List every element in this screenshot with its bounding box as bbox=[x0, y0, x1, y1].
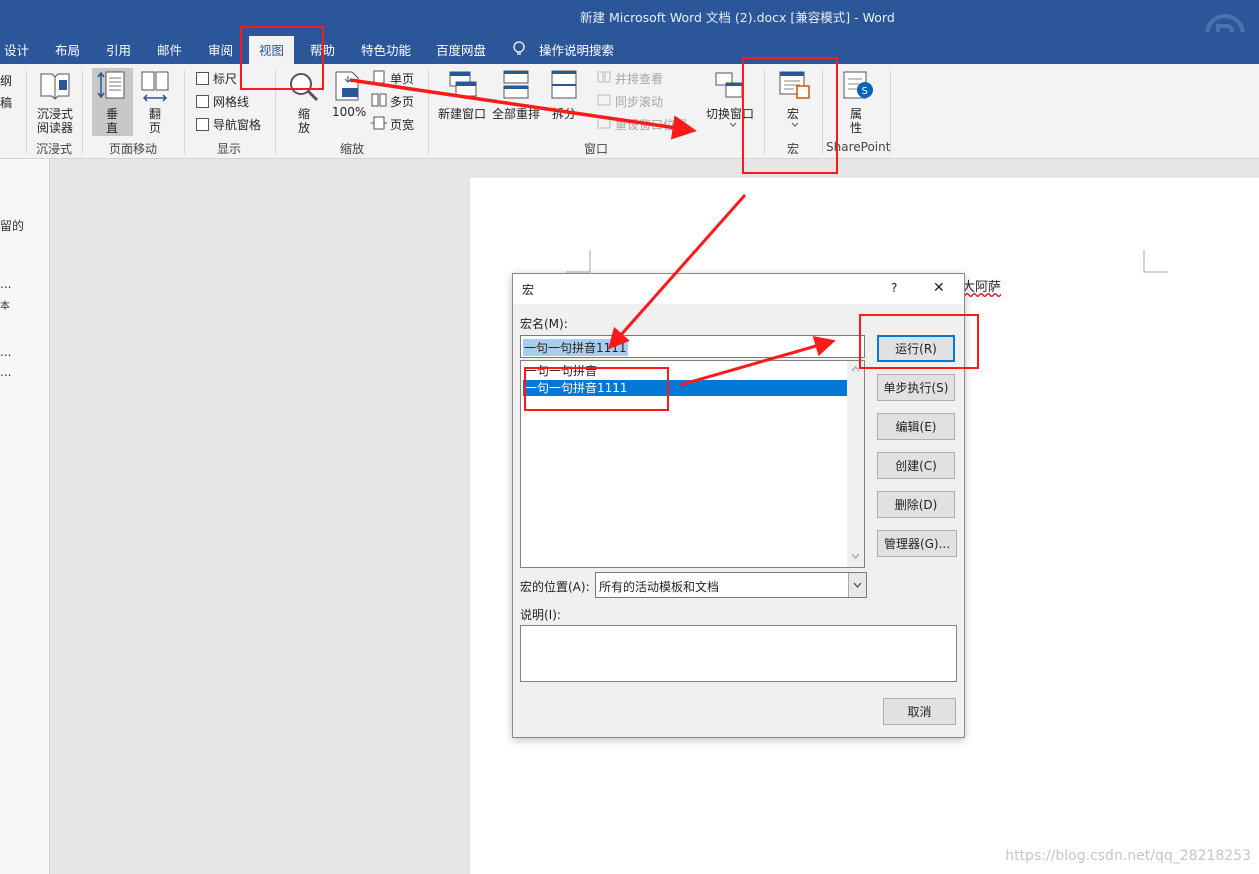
watermark: https://blog.csdn.net/qq_28218253 bbox=[1005, 848, 1251, 864]
arrow-item-to-run bbox=[679, 336, 836, 387]
annotation-arrows bbox=[349, 78, 836, 387]
arrow-macros-to-name bbox=[608, 194, 747, 350]
arrow-view-to-macros bbox=[349, 78, 697, 140]
